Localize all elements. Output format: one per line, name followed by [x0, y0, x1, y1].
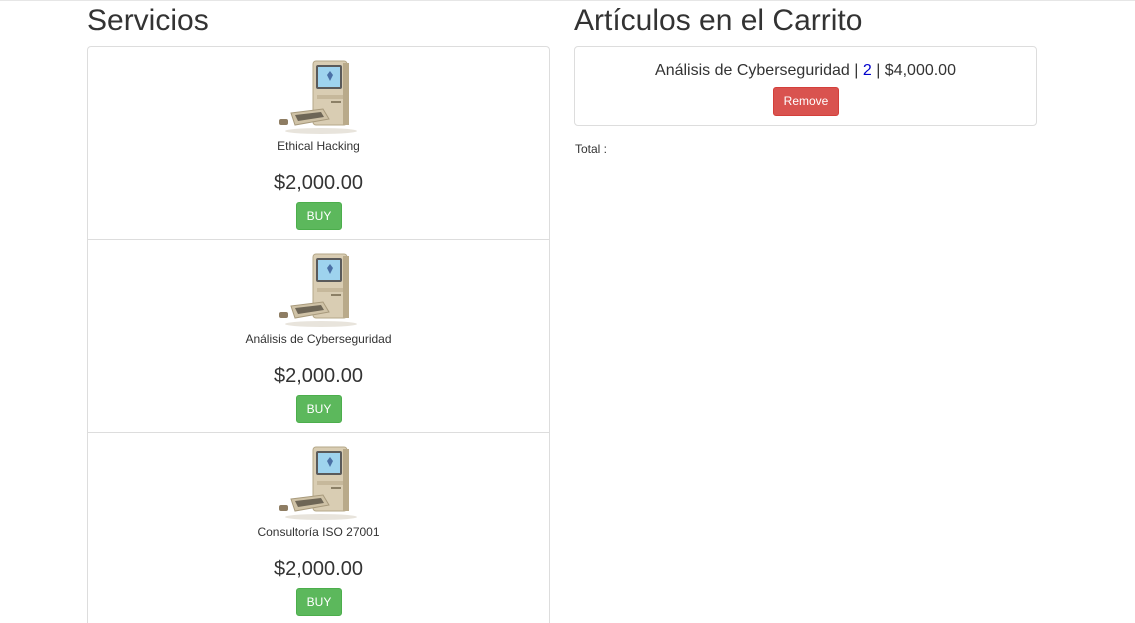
service-item: Consultoría ISO 27001 $2,000.00 BUY — [88, 433, 549, 623]
service-name: Ethical Hacking — [277, 139, 360, 153]
top-divider — [0, 0, 1135, 1]
vintage-computer-icon — [279, 446, 357, 520]
buy-button[interactable]: BUY — [296, 202, 342, 230]
remove-button[interactable]: Remove — [773, 87, 839, 116]
cart-item-separator: | — [871, 62, 885, 79]
cart-item-subtotal: $4,000.00 — [884, 62, 956, 79]
service-item: Análisis de Cyberseguridad $2,000.00 BUY — [88, 240, 549, 433]
vintage-computer-icon — [279, 60, 357, 134]
cart-item-name: Análisis de Cyberseguridad — [655, 62, 850, 79]
service-name: Consultoría ISO 27001 — [257, 525, 380, 539]
buy-button[interactable]: BUY — [296, 588, 342, 616]
service-name: Análisis de Cyberseguridad — [245, 332, 392, 346]
service-price: $2,000.00 — [274, 172, 363, 194]
cart-item: Análisis de Cyberseguridad | 2 | $4,000.… — [574, 46, 1037, 126]
buy-button[interactable]: BUY — [296, 395, 342, 423]
cart-total: Total : — [575, 142, 608, 156]
service-price: $2,000.00 — [274, 558, 363, 580]
vintage-computer-icon — [279, 253, 357, 327]
cart-title: Artículos en el Carrito — [574, 4, 863, 37]
service-price: $2,000.00 — [274, 365, 363, 387]
service-item: Ethical Hacking $2,000.00 BUY — [88, 47, 549, 240]
cart-item-line: Análisis de Cyberseguridad | 2 | $4,000.… — [575, 62, 1036, 80]
cart-item-separator: | — [849, 62, 863, 79]
services-title: Servicios — [87, 4, 209, 37]
cart-item-quantity[interactable]: 2 — [863, 62, 872, 79]
services-list: Ethical Hacking $2,000.00 BUY Análisis d… — [87, 46, 550, 623]
